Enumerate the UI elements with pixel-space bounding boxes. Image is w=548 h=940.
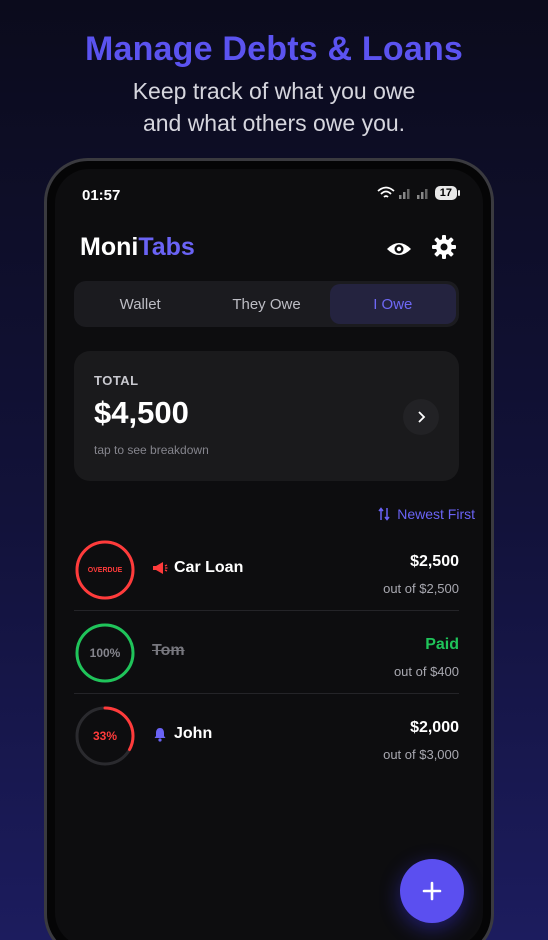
tab-wallet[interactable]: Wallet [77, 284, 203, 324]
bell-icon [154, 728, 166, 742]
promo-subline-1: Keep track of what you owe [132, 78, 416, 104]
signal-icon [398, 189, 410, 199]
chevron-right-icon [418, 411, 426, 423]
total-label: TOTAL [94, 373, 139, 388]
app-title-part1: Moni [80, 233, 139, 261]
phone-bezel: 01:57 17 MoniTabs Wallet They Owe I Owe … [47, 161, 491, 940]
total-hint: tap to see breakdown [94, 443, 209, 457]
battery-icon: 17 [434, 186, 461, 200]
status-time: 01:57 [82, 187, 121, 204]
total-amount: $4,500 [94, 395, 189, 430]
megaphone-icon [153, 562, 168, 574]
item-out-of: out of $400 [393, 664, 459, 679]
sort-button[interactable]: Newest First [378, 506, 475, 522]
tab-i-owe[interactable]: I Owe [329, 284, 456, 324]
breakdown-button[interactable] [403, 399, 439, 435]
plus-icon [422, 881, 442, 901]
app-title-part2: Tabs [138, 233, 195, 261]
item-name: Car Loan [174, 559, 244, 576]
list-item-tom[interactable]: 100% Tom Paid out of $400 [74, 610, 459, 692]
eye-icon[interactable] [385, 237, 413, 261]
wifi-icon [377, 186, 395, 198]
app-screen: 01:57 17 MoniTabs Wallet They Owe I Owe … [55, 169, 483, 940]
item-name: John [174, 725, 213, 742]
sort-label: Newest First [397, 506, 475, 522]
item-out-of: out of $3,000 [383, 747, 459, 762]
promo-headline: Manage Debts & Loans [84, 30, 464, 68]
sort-icon [378, 507, 390, 521]
item-amount: $2,000 [410, 719, 459, 736]
list-item-car-loan[interactable]: OVERDUE Car Loan $2,500 out of $2,500 [74, 527, 459, 609]
item-name: Tom [152, 642, 185, 659]
list-item-john[interactable]: 33% John $2,000 out of $3,000 [74, 693, 459, 775]
signal-icon-2 [416, 189, 428, 199]
item-out-of: out of $2,500 [383, 581, 459, 596]
item-amount: Paid [425, 636, 459, 653]
add-debt-button[interactable] [400, 859, 464, 923]
phone-frame: 01:57 17 MoniTabs Wallet They Owe I Owe … [44, 158, 494, 940]
percent-label: 100% [89, 646, 121, 660]
promo-subline-2: and what others owe you. [142, 110, 406, 136]
gear-icon[interactable] [431, 234, 457, 260]
total-card[interactable]: TOTAL $4,500 tap to see breakdown [74, 351, 459, 481]
percent-label: 33% [92, 729, 118, 743]
tab-they-owe[interactable]: They Owe [203, 284, 329, 324]
item-amount: $2,500 [410, 553, 459, 570]
tab-bar: Wallet They Owe I Owe [74, 281, 459, 327]
app-title: MoniTabs [80, 233, 195, 262]
overdue-label: OVERDUE [87, 566, 123, 574]
status-icons: 17 [377, 186, 461, 200]
